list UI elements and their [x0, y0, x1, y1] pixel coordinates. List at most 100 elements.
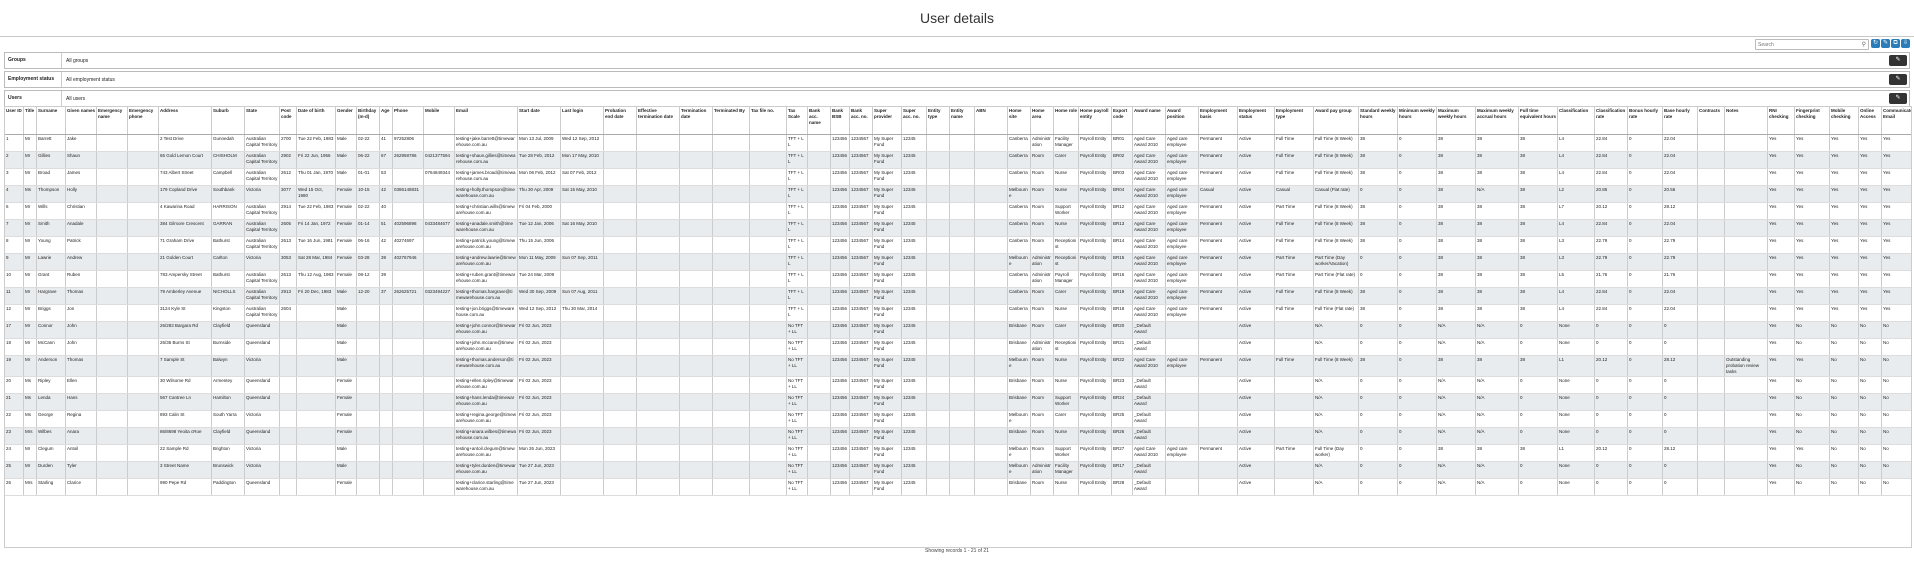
table-row[interactable]: 7 Mr Smith Anadale 384 Gilmore Crescent GARRA…: [5, 219, 1911, 237]
table-cell: [96, 168, 128, 186]
filter-value[interactable]: All users: [62, 96, 1889, 102]
column-header[interactable]: Classification: [1557, 107, 1595, 135]
export-icon[interactable]: ⇩: [1901, 39, 1910, 48]
column-header[interactable]: Emergency name: [96, 107, 128, 135]
column-header[interactable]: Effective termination date: [636, 107, 680, 135]
column-header[interactable]: Maximum weekly hours: [1436, 107, 1476, 135]
column-header[interactable]: Bank acc. name: [807, 107, 831, 135]
column-header[interactable]: Contracts: [1697, 107, 1725, 135]
column-header[interactable]: Employment status: [1237, 107, 1275, 135]
column-header[interactable]: Super provider: [872, 107, 902, 135]
column-header[interactable]: Notes: [1724, 107, 1768, 135]
table-row[interactable]: 10 Mr Grant Ruben 783 Ampersky Street Bathurs…: [5, 270, 1911, 288]
column-header[interactable]: Minimum weekly hours: [1397, 107, 1437, 135]
filter-edit-button[interactable]: ✎: [1889, 74, 1907, 85]
column-header[interactable]: Award pay group: [1313, 107, 1359, 135]
refresh-icon[interactable]: ↻: [1871, 39, 1880, 48]
table-cell: Tue 16 Jun, 1981: [296, 236, 336, 254]
table-cell: L4: [1557, 219, 1595, 237]
column-header[interactable]: Employment basis: [1198, 107, 1238, 135]
column-header[interactable]: Start date: [517, 107, 561, 135]
search-input[interactable]: [1756, 40, 1858, 49]
column-header[interactable]: Entity name: [949, 107, 975, 135]
column-header[interactable]: Online Access: [1858, 107, 1882, 135]
column-header[interactable]: Award name: [1132, 107, 1166, 135]
column-header[interactable]: Maximum weekly accrual hours: [1475, 107, 1519, 135]
column-header[interactable]: Termination date: [679, 107, 713, 135]
column-header[interactable]: Full time equivalent hours: [1518, 107, 1558, 135]
column-header[interactable]: Export code: [1111, 107, 1133, 135]
column-header[interactable]: Tax Scale: [786, 107, 808, 135]
column-header[interactable]: Suburb: [211, 107, 245, 135]
table-row[interactable]: 17 Mr Connor John 26/283 Bargara Rd Clayfield…: [5, 321, 1911, 339]
column-header[interactable]: Gender: [335, 107, 357, 135]
table-row[interactable]: 19 Mr Anderson Thomas 7 Sample St Balwyn Victo…: [5, 355, 1911, 377]
column-header[interactable]: Award position: [1165, 107, 1199, 135]
column-header[interactable]: Mobile: [423, 107, 455, 135]
table-cell: [679, 461, 713, 479]
copy-icon[interactable]: ⧉: [1891, 39, 1900, 48]
table-row[interactable]: 4 Ms Thompson Holly 179 Copland Drive Southba…: [5, 185, 1911, 203]
filter-edit-button[interactable]: ✎: [1889, 55, 1907, 66]
column-header[interactable]: Home site: [1007, 107, 1031, 135]
column-header[interactable]: Email: [454, 107, 518, 135]
column-header[interactable]: Tax file no.: [749, 107, 787, 135]
column-header[interactable]: Surname: [36, 107, 66, 135]
filter-edit-button[interactable]: ✎: [1889, 93, 1907, 104]
table-row[interactable]: 9 Mr Lawrie Andrew 21 Golden Court Carlton Vic…: [5, 253, 1911, 271]
column-header[interactable]: Last login: [560, 107, 604, 135]
column-header[interactable]: Terminated By: [712, 107, 750, 135]
table-row[interactable]: 26 Mrs Starling Clarice 990 Pepe Rd Paddingto…: [5, 478, 1911, 496]
edit-icon[interactable]: ✎: [1881, 39, 1890, 48]
column-header[interactable]: Employment type: [1274, 107, 1314, 135]
table-row[interactable]: 22 Ms George Regina 893 Calin St South Yarra V…: [5, 410, 1911, 428]
column-header[interactable]: Phone: [392, 107, 424, 135]
column-header[interactable]: Probation end date: [603, 107, 637, 135]
column-header[interactable]: Fingerprint checking: [1794, 107, 1830, 135]
table-cell: 38: [1436, 270, 1476, 288]
table-row[interactable]: 3 Mr Broad James 743 Albert Street Campbell Au…: [5, 168, 1911, 186]
column-header[interactable]: Birthday (m-d): [356, 107, 380, 135]
column-header[interactable]: User ID: [5, 107, 24, 135]
table-row[interactable]: 24 Mr Clegum Antoil 22 Sample Rd Brighton Vict…: [5, 444, 1911, 462]
column-header[interactable]: Emergency phone: [127, 107, 159, 135]
filter-value[interactable]: All groups: [62, 58, 1889, 64]
column-header[interactable]: Bank BSB: [830, 107, 850, 135]
column-header[interactable]: Bonus hourly rate: [1627, 107, 1663, 135]
table-row[interactable]: 6 Mr Wills Christian 4 Kawarina Road HARRISON…: [5, 202, 1911, 220]
column-header[interactable]: Address: [158, 107, 212, 135]
column-header[interactable]: Standard weekly hours: [1358, 107, 1398, 135]
column-header[interactable]: Date of birth: [296, 107, 336, 135]
column-header[interactable]: Given names: [65, 107, 97, 135]
column-header[interactable]: Home area: [1030, 107, 1054, 135]
column-header[interactable]: Mobile checking: [1829, 107, 1859, 135]
table-row[interactable]: 25 Mr Durden Tyler 3 Street Name Brunswick Vic…: [5, 461, 1911, 479]
table-row[interactable]: 21 Ms Lenda Hans 567 Cantree Ln Hamilton Queen…: [5, 393, 1911, 411]
column-header[interactable]: Home role: [1053, 107, 1079, 135]
table-row[interactable]: 18 Mr McCann John 26/36 Burns St Burnside Quee…: [5, 338, 1911, 356]
column-header[interactable]: Bank acc. no.: [849, 107, 873, 135]
column-header[interactable]: Base hourly rate: [1662, 107, 1698, 135]
column-header[interactable]: Super acc. no.: [901, 107, 927, 135]
column-header[interactable]: State: [244, 107, 280, 135]
table-row[interactable]: 2 Mr Gillies Shaun 65 Gold Lemon Court CHISHO…: [5, 151, 1911, 169]
column-header[interactable]: Home payroll entity: [1078, 107, 1112, 135]
column-header[interactable]: Communicate Email: [1881, 107, 1911, 135]
table-row[interactable]: 20 Ms Ripley Ellen 30 Wilsome Rd Armentey Quee…: [5, 376, 1911, 394]
filter-value[interactable]: All employment status: [62, 77, 1889, 83]
column-header[interactable]: Classification rate: [1594, 107, 1628, 135]
table-row[interactable]: 11 Mr Hargrave Thomas 79 Amberley Avenue NICH…: [5, 287, 1911, 305]
table-row[interactable]: 23 Mrs Wilbes Anara 86/8698 Yeoita cRoe Clayf…: [5, 427, 1911, 445]
table-cell: BR16: [1111, 270, 1133, 288]
table-cell: 123456: [830, 393, 850, 411]
search-icon[interactable]: ⚲: [1862, 41, 1866, 48]
column-header[interactable]: Entity type: [926, 107, 950, 135]
table-row[interactable]: 1 Mr Barrett Jake 2 Test Drive Gunnedah Austra…: [5, 134, 1911, 152]
column-header[interactable]: Age: [379, 107, 393, 135]
table-row[interactable]: 8 Mr Young Patrick 71 Graham Drive Bathurst Au…: [5, 236, 1911, 254]
column-header[interactable]: ABN: [974, 107, 1008, 135]
table-row[interactable]: 12 Mr Briggs Jon 3124 Kyle St Kingston Austral…: [5, 304, 1911, 322]
column-header[interactable]: Post code: [279, 107, 297, 135]
column-header[interactable]: Title: [23, 107, 37, 135]
column-header[interactable]: RNI checking: [1767, 107, 1795, 135]
